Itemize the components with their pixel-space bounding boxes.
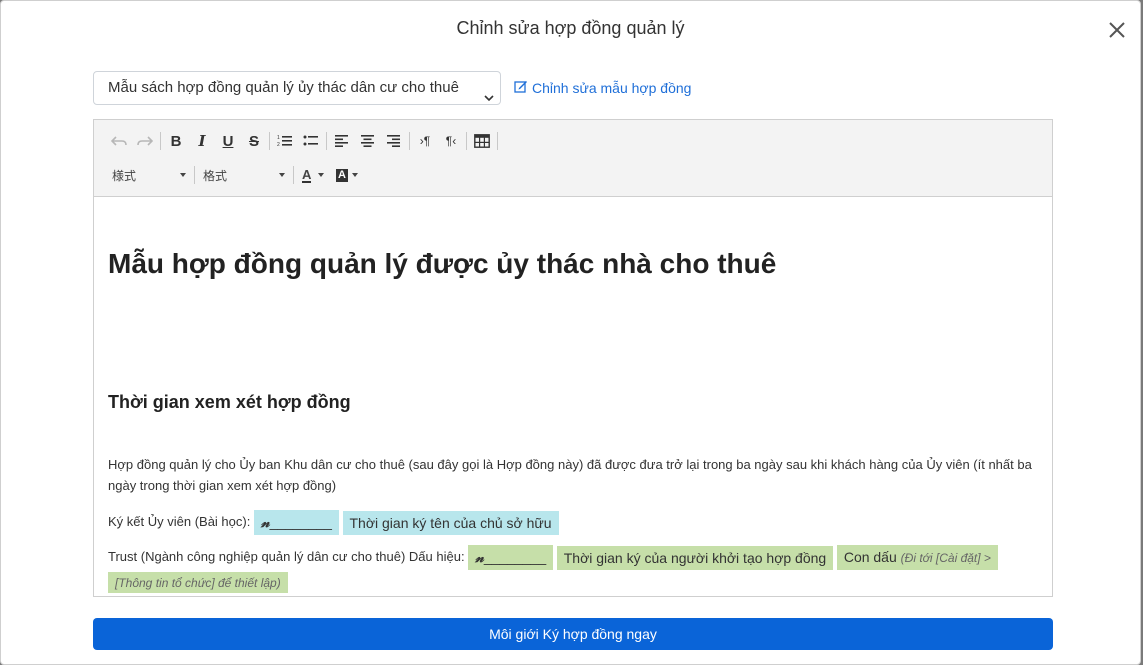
principal-signature-field[interactable]: 𝓃________ [253,510,339,535]
italic-icon[interactable]: I [189,130,215,152]
document-paragraph: Hợp đồng quản lý cho Ủy ban Khu dân cư c… [108,457,1032,493]
svg-text:1: 1 [277,135,280,141]
chevron-down-icon [180,173,186,177]
editor-toolbar: B I U S 12 ›¶ ¶‹ 様式 格式 A A [94,120,1052,197]
text-color-icon: A [302,166,312,183]
contract-template-select[interactable]: Mẫu sách hợp đồng quản lý ủy thác dân cư… [93,71,501,105]
svg-text:2: 2 [277,142,280,148]
seal-field[interactable]: Con dấu (Đi tới [Cài đặt] > [836,545,998,571]
toolbar-divider [194,166,195,184]
trustee-signature-label: Trust (Ngành công nghiệp quản lý dân cư … [108,549,465,564]
underline-icon[interactable]: U [215,130,241,152]
seal-note-cont: [Thông tin tổ chức] để thiết lập) [108,572,288,594]
trustee-signature-field[interactable]: 𝓃________ [468,545,554,571]
seal-label: Con dấu [843,549,897,566]
signature-icon: 𝓃 [260,515,270,531]
align-left-icon[interactable] [329,130,355,152]
toolbar-divider [497,132,498,150]
chevron-down-icon [318,173,324,177]
initiator-sign-time-field[interactable]: Thời gian ký của người khởi tạo hợp đồng [556,545,834,570]
seal-note-2: [Thông tin tổ chức] để thiết lập) [115,576,281,591]
rtl-icon[interactable]: ¶‹ [438,130,464,152]
document-subheading: Thời gian xem xét hợp đồng [108,392,351,412]
signature-icon: 𝓃 [475,550,484,567]
edit-contract-modal: Chỉnh sửa hợp đồng quản lý Mẫu sách hợp … [0,0,1141,665]
trustee-signature-line: Trust (Ngành công nghiệp quản lý dân cư … [108,545,1038,594]
bulleted-list-icon[interactable] [298,130,324,152]
principal-signature-line: Ký kết Ủy viên (Bài học): 𝓃________ Thời… [108,510,559,535]
chevron-down-icon [352,173,358,177]
align-center-icon[interactable] [355,130,381,152]
table-icon[interactable] [469,130,495,152]
strikethrough-icon[interactable]: S [241,130,267,152]
undo-icon[interactable] [106,130,132,152]
rich-text-editor[interactable]: B I U S 12 ›¶ ¶‹ 様式 格式 A A Mẫu hợp đồng … [93,119,1053,597]
seal-note: (Đi tới [Cài đặt] > [900,551,991,566]
edit-template-link[interactable]: Chỉnh sửa mẫu hợp đồng [514,79,691,96]
template-select-value: Mẫu sách hợp đồng quản lý ủy thác dân cư… [108,79,459,96]
toolbar-divider [326,132,327,150]
toolbar-divider [409,132,410,150]
background-color-icon: A [336,168,348,182]
edit-icon [514,79,528,96]
document-heading: Mẫu hợp đồng quản lý được ủy thác nhà ch… [108,248,777,279]
style-combo[interactable]: 様式 [106,164,192,186]
chevron-down-icon [279,173,285,177]
toolbar-divider [269,132,270,150]
chevron-down-icon [484,83,494,102]
format-combo-label: 格式 [203,168,228,183]
background-color-button[interactable]: A [330,164,364,186]
ltr-icon[interactable]: ›¶ [412,130,438,152]
modal-title: Chỉnh sửa hợp đồng quản lý [456,18,685,38]
text-color-button[interactable]: A [296,164,330,186]
editor-content[interactable]: Mẫu hợp đồng quản lý được ủy thác nhà ch… [108,196,1038,596]
principal-signature-blank: ________ [269,514,332,530]
toolbar-divider [293,166,294,184]
bold-icon[interactable]: B [163,130,189,152]
close-icon[interactable] [1106,19,1128,41]
style-combo-label: 様式 [112,168,137,183]
align-right-icon[interactable] [381,130,407,152]
edit-template-label: Chỉnh sửa mẫu hợp đồng [532,79,692,96]
toolbar-divider [466,132,467,150]
redo-icon[interactable] [132,130,158,152]
toolbar-divider [160,132,161,150]
format-combo[interactable]: 格式 [197,164,291,186]
ordered-list-icon[interactable]: 12 [272,130,298,152]
broker-sign-now-button[interactable]: Môi giới Ký hợp đồng ngay [93,618,1053,650]
principal-signature-label: Ký kết Ủy viên (Bài học): [108,513,251,529]
trustee-signature-blank: ________ [483,549,547,566]
owner-sign-time-field[interactable]: Thời gian ký tên của chủ sở hữu [342,510,559,535]
